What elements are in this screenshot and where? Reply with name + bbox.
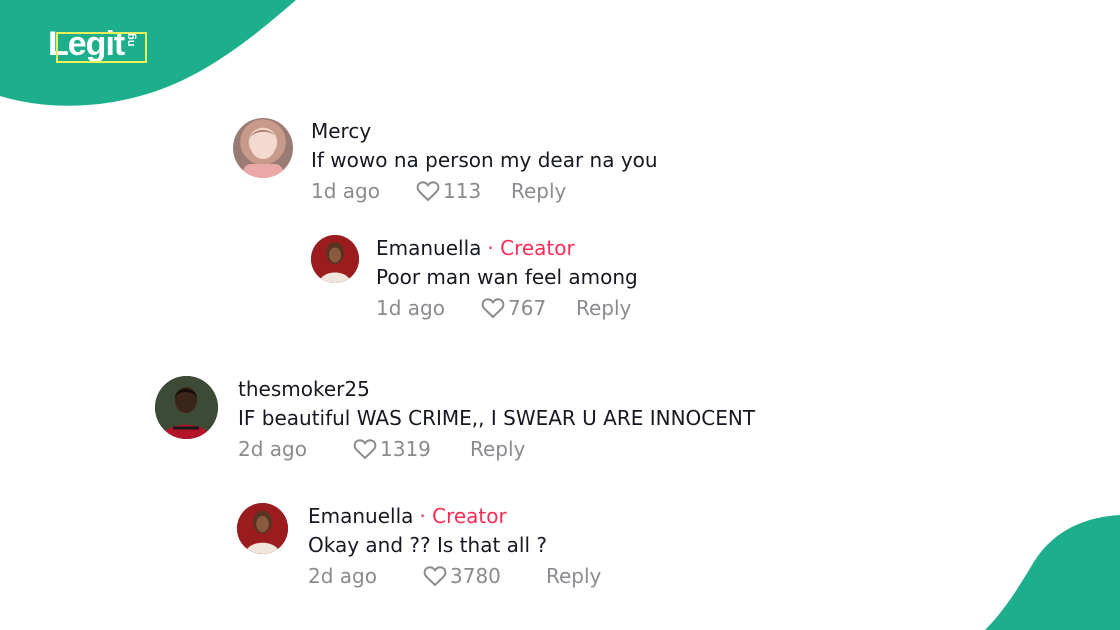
reply-button[interactable]: Reply xyxy=(470,437,525,461)
comment-item: Mercy If wowo na person my dear na you 1… xyxy=(233,118,658,205)
comment-username[interactable]: Emanuella xyxy=(376,235,481,261)
like-count: 113 xyxy=(443,179,482,203)
avatar[interactable] xyxy=(237,503,288,554)
creator-badge: · Creator xyxy=(487,236,575,260)
reply-button[interactable]: Reply xyxy=(511,179,566,203)
comment-item: Emanuella · Creator Okay and ?? Is that … xyxy=(237,503,601,590)
comment-time: 1d ago xyxy=(376,296,445,320)
heart-icon xyxy=(423,566,447,587)
comment-text: Poor man wan feel among xyxy=(376,265,638,289)
comment-text: Okay and ?? Is that all ? xyxy=(308,533,547,557)
comment-username[interactable]: Mercy xyxy=(311,118,371,144)
comment-text: If wowo na person my dear na you xyxy=(311,148,658,172)
comment-username[interactable]: thesmoker25 xyxy=(238,376,370,402)
reply-button[interactable]: Reply xyxy=(546,564,601,588)
top-left-brand-shape xyxy=(0,0,296,106)
comment-item: thesmoker25 IF beautiful WAS CRIME,, I S… xyxy=(155,376,755,463)
logo-suffix: ng xyxy=(125,33,138,47)
comment-item: Emanuella · Creator Poor man wan feel am… xyxy=(311,235,638,322)
heart-icon xyxy=(353,439,377,460)
legit-logo[interactable]: Legit ng xyxy=(48,27,147,63)
comment-text: IF beautiful WAS CRIME,, I SWEAR U ARE I… xyxy=(238,406,756,430)
like-button[interactable]: 767 xyxy=(480,296,576,320)
avatar[interactable] xyxy=(155,376,218,439)
like-count: 767 xyxy=(508,296,547,320)
like-button[interactable]: 113 xyxy=(415,179,511,203)
avatar[interactable] xyxy=(233,118,293,178)
like-button[interactable]: 3780 xyxy=(422,564,546,588)
comment-username[interactable]: Emanuella xyxy=(308,503,413,529)
like-button[interactable]: 1319 xyxy=(352,437,470,461)
comment-time: 2d ago xyxy=(308,564,377,588)
heart-icon xyxy=(416,181,440,202)
bottom-right-brand-shape xyxy=(985,515,1120,630)
heart-icon xyxy=(481,298,505,319)
creator-badge: · Creator xyxy=(419,504,507,528)
comment-time: 1d ago xyxy=(311,179,380,203)
comment-time: 2d ago xyxy=(238,437,307,461)
like-count: 1319 xyxy=(380,437,431,461)
reply-button[interactable]: Reply xyxy=(576,296,631,320)
like-count: 3780 xyxy=(450,564,501,588)
avatar[interactable] xyxy=(311,235,359,283)
